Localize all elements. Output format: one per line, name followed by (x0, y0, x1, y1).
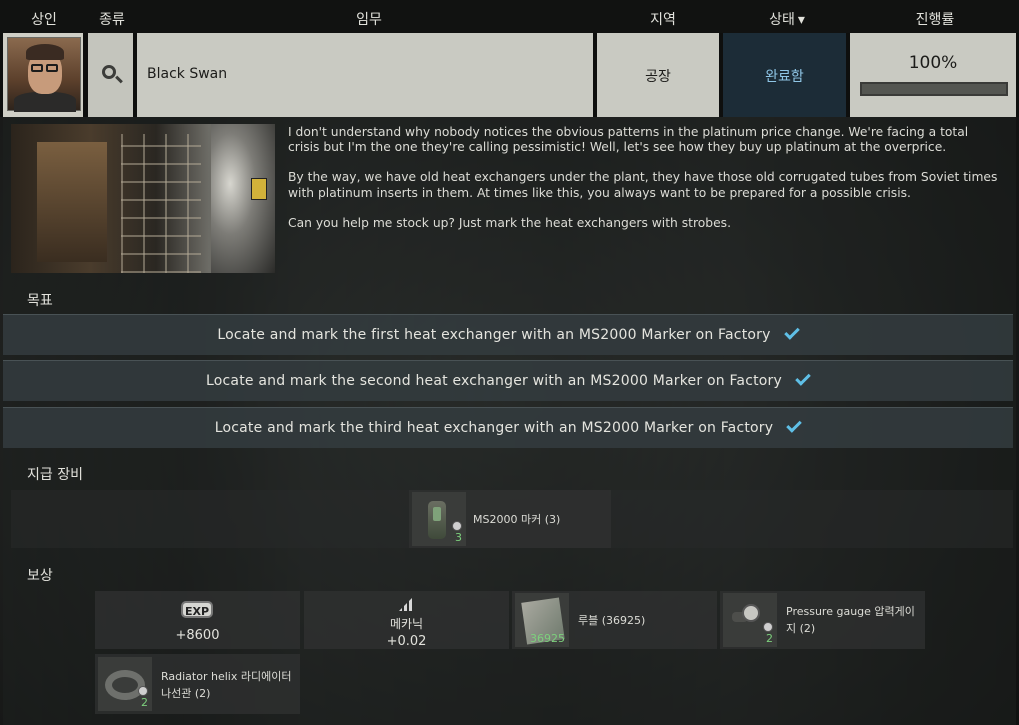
found-in-raid-icon (452, 521, 462, 531)
reward-exp-value: +8600 (175, 628, 220, 643)
equipment-title: 지급 장비 (27, 467, 83, 483)
item-name: 루블 (578, 614, 599, 627)
item-slot[interactable]: 2 (723, 593, 777, 647)
objectives-title: 목표 (27, 293, 53, 309)
ms2000-marker-icon (428, 501, 446, 539)
reward-skill-value: +0.02 (386, 634, 427, 649)
item-label: Radiator helix 라디에이터 나선관 (2) (161, 668, 297, 702)
task-image (11, 124, 275, 273)
item-count: (3) (544, 513, 561, 526)
reward-pressure-gauge[interactable]: 2 Pressure gauge 압력게이지 (2) (720, 591, 925, 649)
objective-text: Locate and mark the second heat exchange… (206, 373, 782, 389)
item-count: (36925) (601, 614, 646, 627)
item-label: MS2000 마커 (3) (473, 511, 560, 528)
objective-row: Locate and mark the third heat exchanger… (3, 407, 1013, 448)
description-paragraph: By the way, we have old heat exchangers … (288, 170, 998, 200)
radiator-helix-icon (105, 670, 145, 700)
search-icon (102, 65, 116, 79)
progress-bar (860, 82, 1008, 96)
progress-fill (862, 84, 1006, 94)
trader-avatar (7, 37, 81, 112)
objective-text: Locate and mark the first heat exchanger… (217, 327, 771, 343)
chevron-down-icon: ▾ (797, 12, 805, 28)
reward-skill: 메카닉 +0.02 (304, 591, 509, 649)
trader-portrait[interactable] (3, 33, 85, 117)
item-label: Pressure gauge 압력게이지 (2) (786, 603, 922, 637)
header-status[interactable]: 상태 ▾ (762, 9, 812, 29)
task-location-cell: 공장 (597, 33, 721, 117)
task-row[interactable]: Black Swan 공장 완료함 100% (0, 33, 1019, 117)
item-quantity: 3 (455, 531, 462, 544)
header-location[interactable]: 지역 (643, 9, 683, 29)
item-count: (2) (799, 622, 816, 635)
item-name: MS2000 마커 (473, 513, 542, 526)
item-quantity: 2 (766, 632, 773, 645)
header-type[interactable]: 종류 (92, 9, 132, 29)
status-badge: 완료함 (765, 69, 804, 85)
task-progress-cell: 100% (850, 33, 1016, 117)
description-paragraph: Can you help me stock up? Just mark the … (288, 215, 731, 230)
exp-icon: EXP (181, 601, 213, 618)
task-type (88, 33, 135, 117)
objective-row: Locate and mark the second heat exchange… (3, 360, 1013, 401)
item-label: 루블 (36925) (578, 612, 645, 629)
checkmark-icon (783, 324, 800, 340)
task-location: 공장 (645, 69, 671, 85)
task-name-cell[interactable]: Black Swan (137, 33, 595, 117)
task-description: I don't understand why nobody notices th… (288, 125, 1000, 246)
description-paragraph: I don't understand why nobody notices th… (288, 125, 969, 155)
item-slot[interactable]: 3 (412, 492, 466, 546)
equipment-item[interactable]: 3 MS2000 마커 (3) (409, 490, 611, 548)
pressure-gauge-icon (742, 604, 760, 622)
task-name: Black Swan (147, 66, 228, 82)
found-in-raid-icon (763, 622, 773, 632)
reward-roubles[interactable]: 36925 루블 (36925) (512, 591, 717, 649)
header-task[interactable]: 임무 (349, 9, 389, 29)
objective-text: Locate and mark the third heat exchanger… (214, 420, 774, 436)
checkmark-icon (795, 370, 811, 386)
header-status-label: 상태 (769, 12, 795, 28)
reward-exp: EXP +8600 (95, 591, 300, 649)
table-header: 상인 종류 임무 지역 상태 ▾ 진행률 (0, 0, 1019, 33)
task-status-cell: 완료함 (723, 33, 848, 117)
item-name: Radiator helix 라디에이터 나선관 (161, 670, 292, 700)
skill-chart-icon (399, 597, 413, 611)
reward-radiator-helix[interactable]: 2 Radiator helix 라디에이터 나선관 (2) (95, 654, 300, 714)
item-slot[interactable]: 36925 (515, 593, 569, 647)
found-in-raid-icon (138, 686, 148, 696)
header-progress[interactable]: 진행률 (905, 9, 965, 29)
checkmark-icon (786, 417, 803, 433)
item-quantity: 36925 (530, 632, 565, 645)
header-trader[interactable]: 상인 (24, 9, 64, 29)
warning-sign-icon (251, 178, 267, 200)
objective-row: Locate and mark the first heat exchanger… (3, 314, 1013, 355)
reward-skill-label: 메카닉 (389, 617, 424, 631)
progress-percent: 100% (908, 53, 958, 73)
item-count: (2) (194, 687, 211, 700)
rewards-title: 보상 (27, 568, 53, 584)
item-quantity: 2 (141, 696, 148, 709)
item-slot[interactable]: 2 (98, 657, 152, 711)
